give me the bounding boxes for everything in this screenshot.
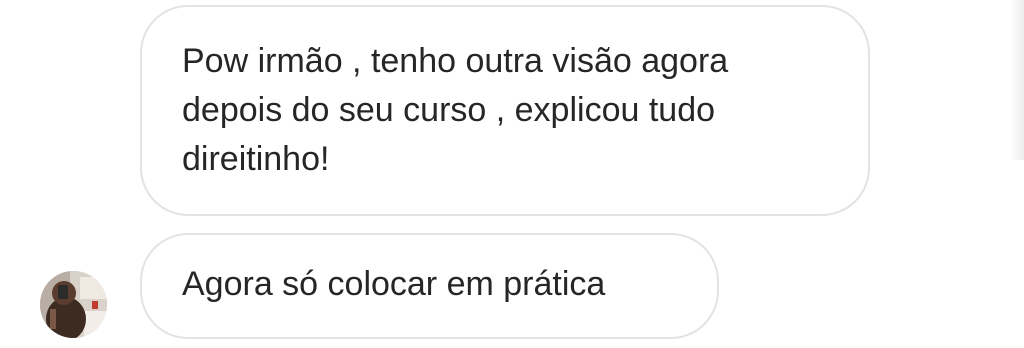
profile-photo-avatar-icon xyxy=(40,271,107,338)
message-bubble[interactable]: Agora só colocar em prática xyxy=(140,233,719,339)
scroll-edge xyxy=(1010,0,1024,160)
message-bubble[interactable]: Pow irmão , tenho outra visão agora depo… xyxy=(140,5,870,216)
message-text: Agora só colocar em prática xyxy=(182,265,606,303)
sender-avatar[interactable] xyxy=(40,271,107,338)
message-text: Pow irmão , tenho outra visão agora depo… xyxy=(182,42,729,178)
chat-thread: Pow irmão , tenho outra visão agora depo… xyxy=(0,0,1024,348)
